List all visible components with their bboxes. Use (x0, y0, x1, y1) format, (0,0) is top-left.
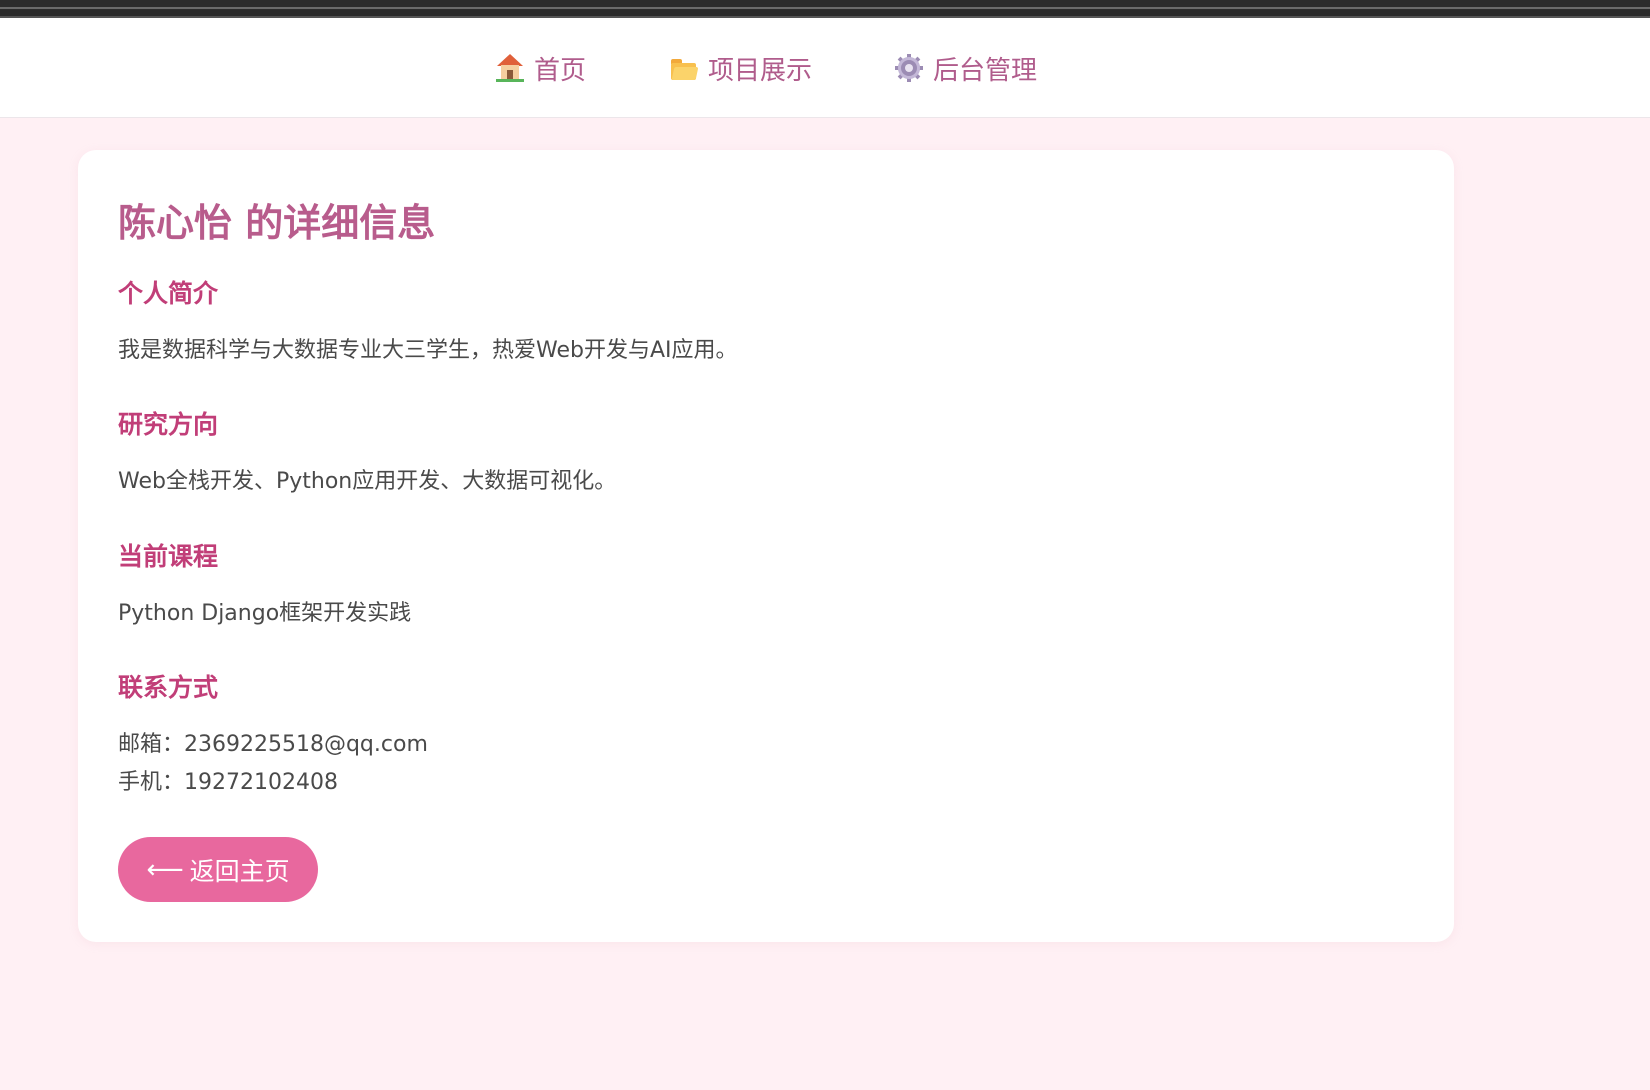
section-text-course: Python Django框架开发实践 (118, 601, 412, 626)
section-heading-research: 研究方向 (118, 410, 219, 439)
folder-icon (670, 54, 699, 82)
section-heading-contact: 联系方式 (118, 673, 219, 702)
nav-item-label: 首页 (534, 55, 587, 86)
arrow-left-icon: ⟵ (146, 854, 184, 885)
window-top-frame (0, 0, 1650, 18)
profile-card: 陈心怡 的详细信息 个人简介 我是数据科学与大数据专业大三学生，热爱Web开发与… (78, 150, 1454, 942)
section-text-intro: 我是数据科学与大数据专业大三学生，热爱Web开发与AI应用。 (118, 338, 738, 363)
gear-icon (889, 48, 929, 88)
contact-phone: 手机：19272102408 (118, 770, 338, 795)
nav-item-label: 后台管理 (933, 55, 1038, 86)
contact-email: 邮箱：2369225518@qq.com (118, 732, 428, 757)
nav-item-label: 项目展示 (708, 55, 813, 86)
section-heading-intro: 个人简介 (118, 279, 219, 308)
page-title: 陈心怡 的详细信息 (118, 201, 436, 245)
section-heading-course: 当前课程 (118, 542, 219, 571)
back-home-label: 返回主页 (189, 856, 290, 886)
house-icon (496, 54, 524, 82)
nav-item-home[interactable]: 首页 (496, 48, 586, 88)
back-home-button[interactable]: ⟵ 返回主页 (118, 837, 318, 902)
section-text-research: Web全栈开发、Python应用开发、大数据可视化。 (118, 469, 617, 494)
nav-item-admin[interactable]: 后台管理 (889, 48, 1038, 88)
nav-item-projects[interactable]: 项目展示 (670, 48, 812, 88)
top-navbar: 首页 项目展示 后台管理 (0, 18, 1650, 118)
